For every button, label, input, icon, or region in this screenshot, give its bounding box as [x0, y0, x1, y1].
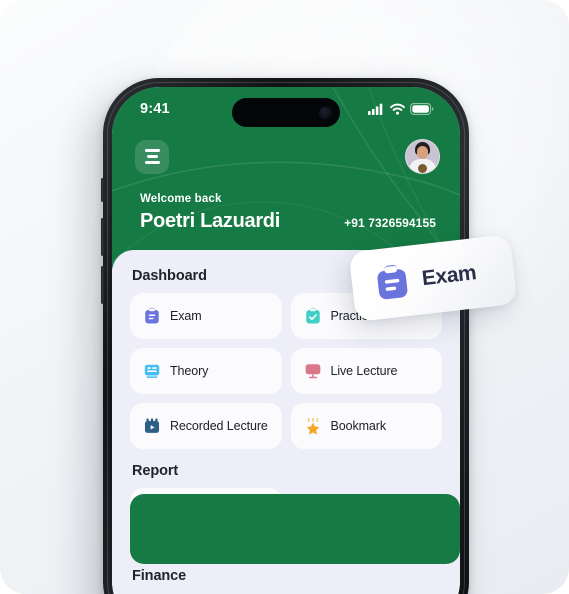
tile-label: Recorded Lecture: [170, 419, 268, 433]
user-info-row: Poetri Lazuardi +91 7326594155: [140, 210, 436, 233]
dashboard-tile-theory[interactable]: Theory: [130, 348, 282, 394]
volume-down-button[interactable]: [100, 266, 104, 304]
tile-label: Bookmark: [330, 419, 387, 433]
battery-icon: [410, 103, 434, 115]
dashboard-tile-recorded-lecture[interactable]: Recorded Lecture: [130, 403, 282, 449]
user-phone-number: +91 7326594155: [344, 216, 436, 230]
volume-up-button[interactable]: [100, 218, 104, 256]
page-stage: 9:41 Welcome back Poetri Lazuardi +91 73…: [0, 0, 569, 594]
welcome-label: Welcome back: [140, 193, 222, 205]
monitor-icon: [305, 364, 320, 379]
tile-label: Live Lecture: [330, 364, 398, 378]
wifi-icon: [390, 103, 405, 115]
mute-switch[interactable]: [100, 178, 104, 202]
hamburger-menu-icon[interactable]: [135, 139, 169, 174]
status-icons: [368, 103, 434, 115]
status-time: 9:41: [140, 101, 170, 117]
book-screen-icon: [144, 364, 160, 378]
report-section-title: Report: [132, 463, 179, 479]
clipboard-icon: [377, 265, 408, 300]
dynamic-island: [232, 98, 340, 127]
dashboard-tile-exam[interactable]: Exam: [130, 293, 282, 339]
user-name: Poetri Lazuardi: [140, 210, 280, 232]
clipboard-check-icon: [305, 307, 320, 324]
finance-card[interactable]: [130, 494, 460, 564]
finance-section-title: Finance: [132, 568, 187, 584]
phone-screen: 9:41 Welcome back Poetri Lazuardi +91 73…: [112, 87, 460, 594]
tile-label: Theory: [170, 364, 209, 378]
video-box-icon: [144, 418, 160, 433]
dashboard-tile-bookmark[interactable]: Bookmark: [290, 403, 442, 449]
clipboard-icon: [145, 307, 159, 324]
avatar[interactable]: [405, 139, 440, 174]
floating-exam-chip-label: Exam: [420, 261, 478, 291]
star-medal-icon: [306, 417, 319, 435]
front-camera-lens: [319, 106, 332, 119]
phone-device-frame: 9:41 Welcome back Poetri Lazuardi +91 73…: [100, 78, 472, 594]
tile-label: Exam: [170, 309, 202, 323]
dashboard-tile-live-lecture[interactable]: Live Lecture: [290, 348, 442, 394]
cellular-signal-icon: [368, 103, 383, 115]
header-action-row: [135, 139, 440, 174]
